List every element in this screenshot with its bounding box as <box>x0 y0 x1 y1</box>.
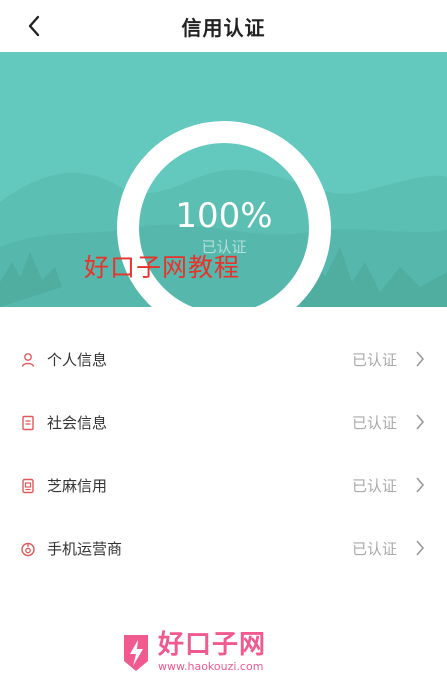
status-text: 已认证 <box>351 414 397 432</box>
status-text: 已认证 <box>351 477 397 495</box>
list-item-label: 个人信息 <box>47 351 108 369</box>
logo-mark-icon <box>124 635 148 671</box>
top-nav-bar: 信用认证 <box>0 0 447 52</box>
card-icon <box>20 478 36 494</box>
credit-summary-banner: 100% 已认证 好口子网教程 <box>0 52 447 307</box>
logo-url: www.haokouzi.com <box>158 660 264 673</box>
list-item-social-info[interactable]: 社会信息 已认证 <box>0 391 447 454</box>
chevron-right-icon <box>416 414 425 430</box>
back-button[interactable] <box>20 12 48 40</box>
list-item-label: 芝麻信用 <box>47 477 108 495</box>
progress-percent: 100% <box>175 195 273 236</box>
status-text: 已认证 <box>351 540 397 558</box>
list-item-personal-info[interactable]: 个人信息 已认证 <box>0 328 447 391</box>
page-title: 信用认证 <box>181 15 266 40</box>
person-icon <box>20 352 36 368</box>
list-item-label: 手机运营商 <box>47 540 123 558</box>
list-item-label: 社会信息 <box>47 414 108 432</box>
chevron-right-icon <box>416 477 425 493</box>
status-text: 已认证 <box>351 351 397 369</box>
list-item-sesame-credit[interactable]: 芝麻信用 已认证 <box>0 454 447 517</box>
list-item-phone-carrier[interactable]: 手机运营商 已认证 <box>0 517 447 580</box>
site-logo: 好口子网 www.haokouzi.com <box>118 628 328 676</box>
phone-carrier-icon <box>20 541 36 557</box>
back-arrow-icon <box>28 15 40 37</box>
watermark-text: 好口子网教程 <box>84 253 241 282</box>
document-icon <box>20 415 36 431</box>
verification-list: 个人信息 已认证 社会信息 已认证 芝麻信用 已认证 手机运营商 已认证 <box>0 328 447 580</box>
logo-name: 好口子网 <box>158 630 267 660</box>
chevron-right-icon <box>416 351 425 367</box>
chevron-right-icon <box>416 540 425 556</box>
